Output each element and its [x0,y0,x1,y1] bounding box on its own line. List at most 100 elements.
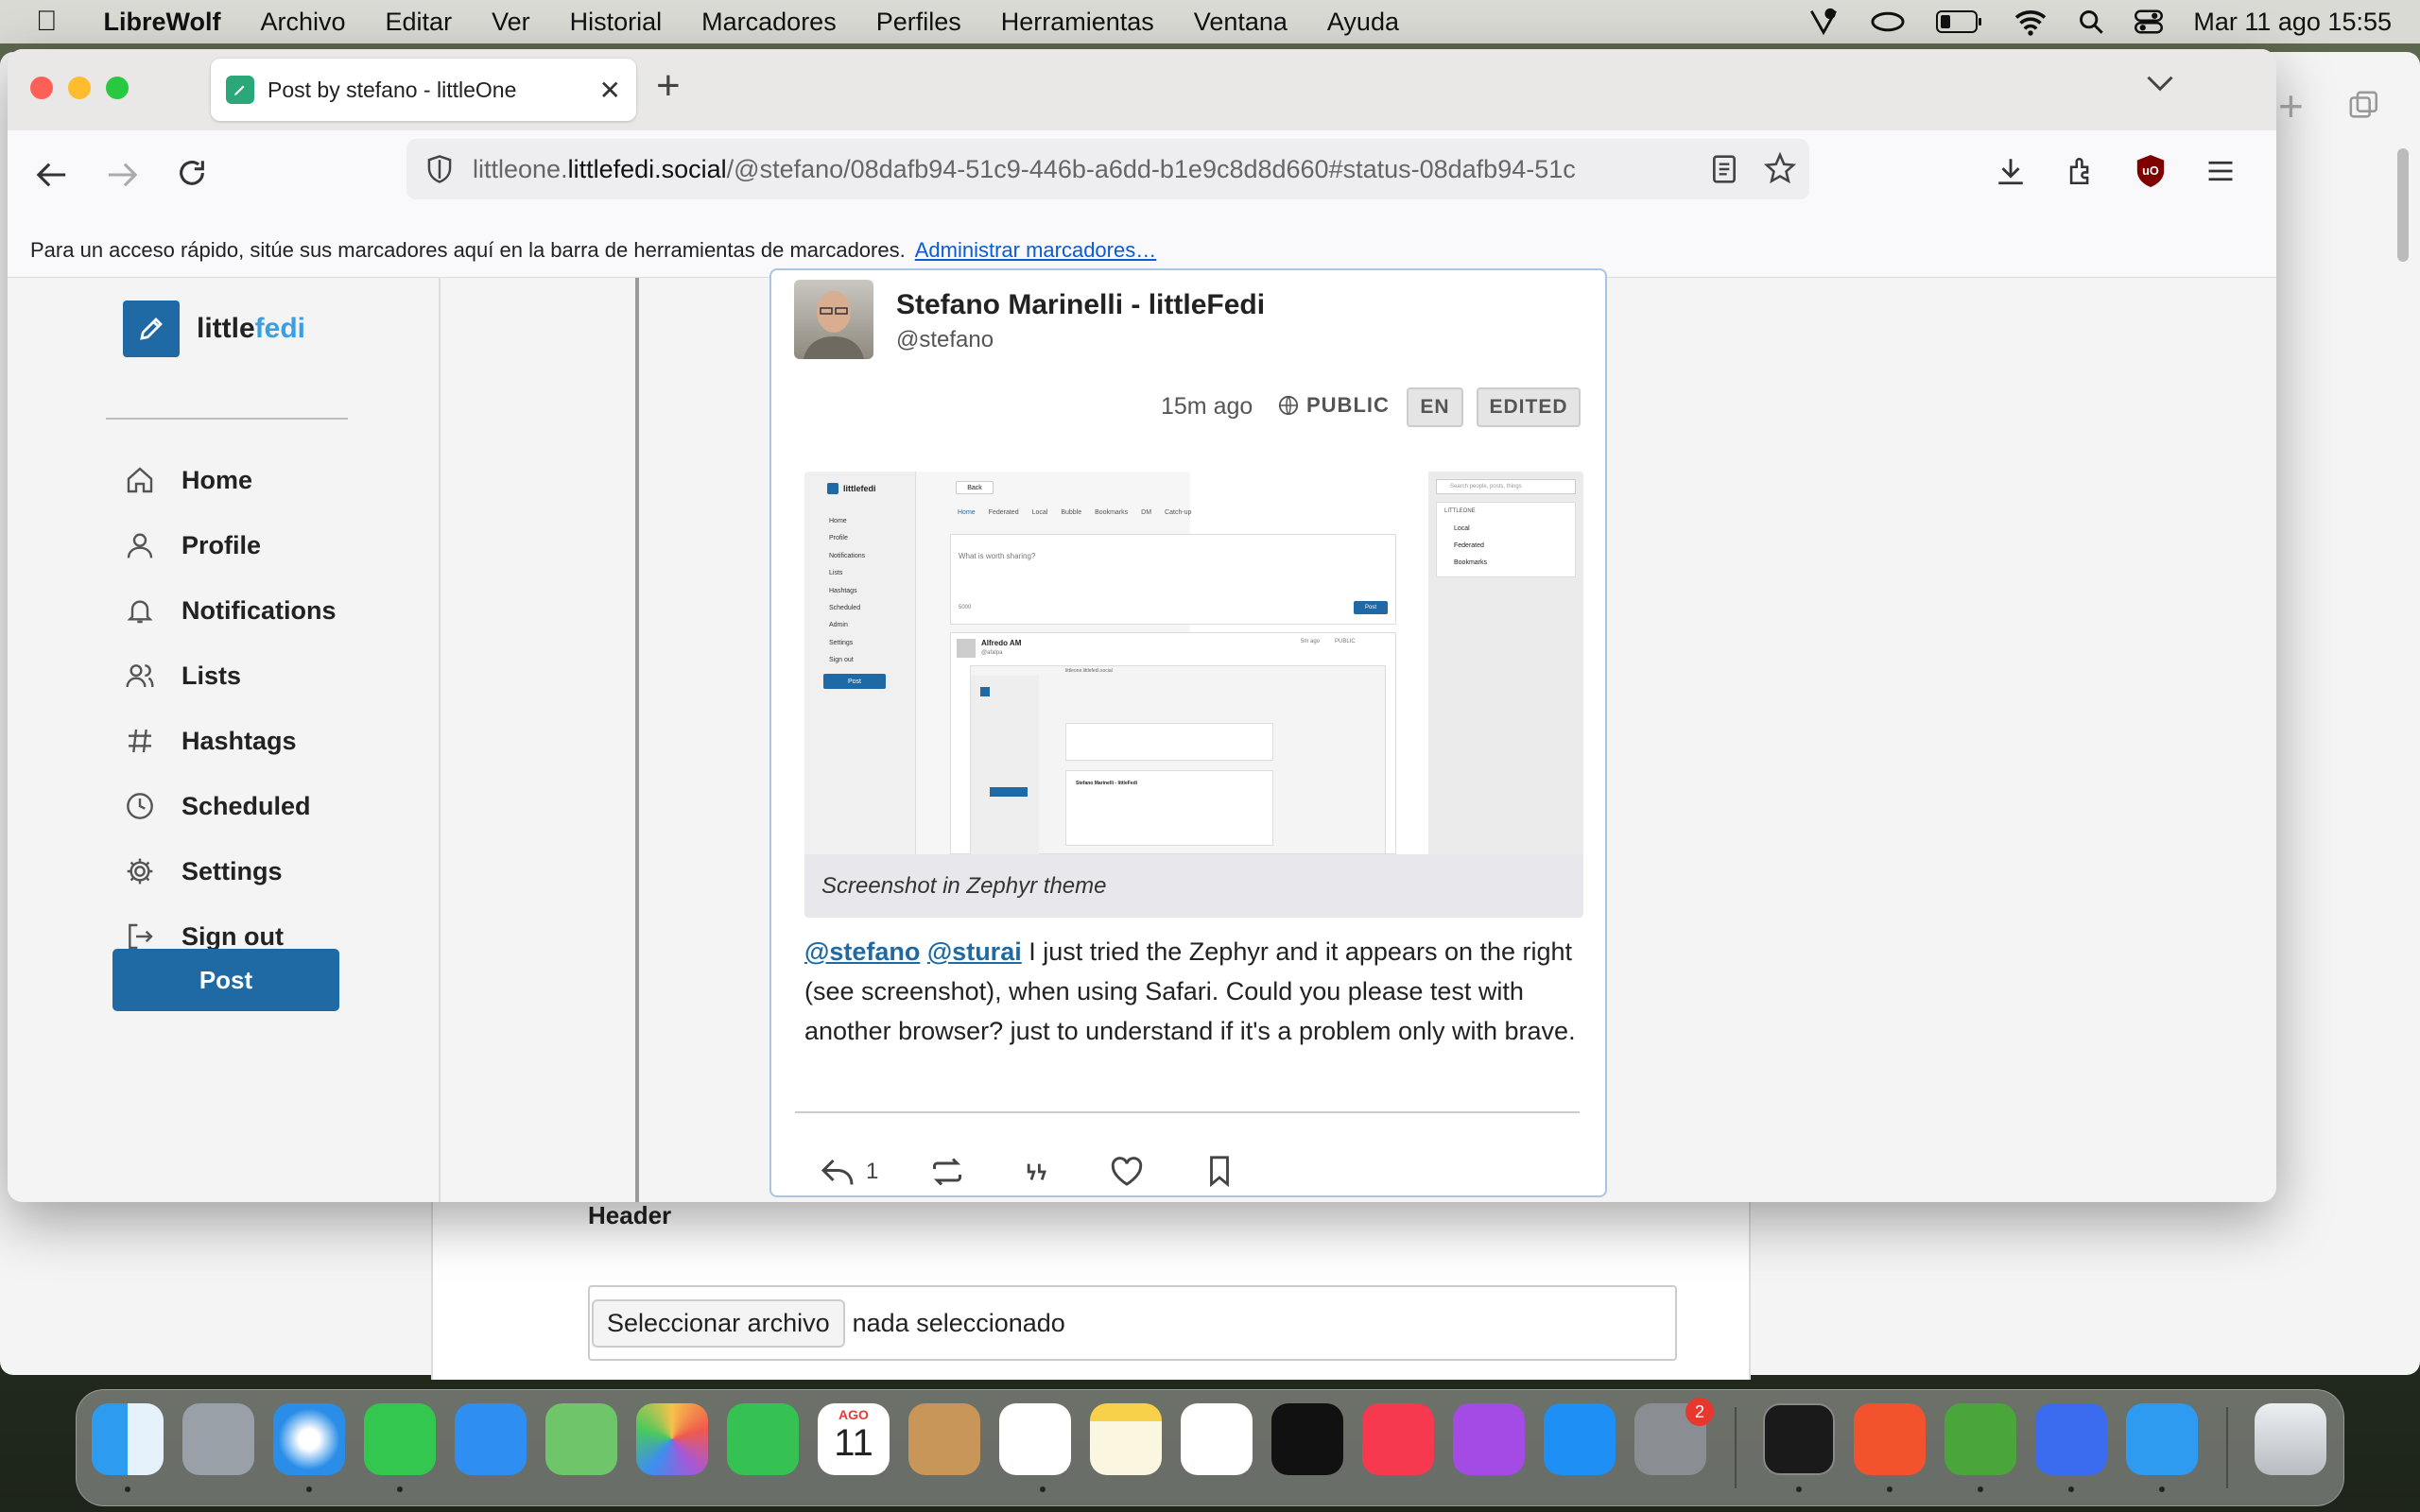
avatar[interactable] [794,280,873,359]
brave-icon[interactable] [1854,1403,1926,1475]
facetime-icon[interactable] [727,1403,799,1475]
music-icon[interactable] [1362,1403,1434,1475]
edited-badge[interactable]: EDITED [1477,387,1581,427]
sidebar-item-lists[interactable]: Lists [125,655,241,696]
wifi-icon[interactable] [2014,8,2048,36]
extensions-icon[interactable] [2065,155,2097,187]
close-tab-icon[interactable]: ✕ [599,75,621,106]
sidebar-item-profile[interactable]: Profile [125,524,261,566]
gear-icon [125,856,163,886]
post-media[interactable]: littlefedi Home Profile Notifications Li… [804,472,1583,918]
quote-icon[interactable] [1025,1159,1051,1185]
app-store-icon[interactable] [1544,1403,1616,1475]
running-indicator [2159,1486,2165,1492]
file-input[interactable]: Seleccionar archivo nada seleccionado [588,1285,1677,1361]
sidebar-item-scheduled[interactable]: Scheduled [125,785,311,827]
calendar-icon[interactable]: AGO 11 [818,1403,890,1475]
menu-herramientas[interactable]: Herramientas [981,8,1174,37]
menu-app-name[interactable]: LibreWolf [84,8,241,37]
url-bar[interactable]: littleone. littlefedi.social/@stefano/08d… [406,139,1809,199]
shot-nav-item: Notifications [829,552,866,559]
coffee-icon[interactable] [1870,8,1906,36]
background-scrollbar[interactable] [2397,148,2409,262]
media-screenshot[interactable]: littlefedi Home Profile Notifications Li… [804,472,1583,855]
mention-link[interactable]: @sturai [927,937,1022,966]
forward-arrow-icon[interactable] [106,161,138,189]
site-logo[interactable]: little fedi [123,301,305,357]
menu-archivo[interactable]: Archivo [241,8,366,37]
shot-sidebar: littlefedi Home Profile Notifications Li… [804,472,916,854]
battery-icon[interactable] [1936,9,1983,34]
menu-historial[interactable]: Historial [550,8,683,37]
sidebar-item-settings[interactable]: Settings [125,850,283,892]
reload-icon[interactable] [176,157,208,189]
menu-ventana[interactable]: Ventana [1174,8,1307,37]
menu-perfiles[interactable]: Perfiles [856,8,981,37]
notes-icon[interactable] [1090,1403,1162,1475]
background-window-controls: + [2269,80,2420,137]
hamburger-menu-icon[interactable] [2206,159,2235,183]
heart-icon[interactable] [1110,1157,1144,1187]
launchpad-icon[interactable] [182,1403,254,1475]
podcasts-icon[interactable] [1453,1403,1525,1475]
post-card: Stefano Marinelli - littleFedi @stefano … [769,268,1607,1197]
zoom-window-button[interactable] [106,77,129,99]
post-button[interactable]: Post [112,949,339,1011]
pencil-icon [123,301,180,357]
contacts-icon[interactable] [908,1403,980,1475]
finder-icon[interactable] [92,1403,164,1475]
messages-icon[interactable] [364,1403,436,1475]
sidebar-item-home[interactable]: Home [125,459,252,501]
back-arrow-icon[interactable] [36,161,68,189]
system-settings-icon[interactable]: 2 [1634,1398,1714,1475]
bookmark-icon[interactable] [1206,1155,1233,1187]
signal-icon[interactable] [2035,1403,2107,1475]
running-indicator [306,1486,312,1492]
download-icon[interactable] [1995,155,2027,187]
reply-count: 1 [866,1159,879,1184]
control-center-icon[interactable] [2135,9,2164,35]
mail-icon[interactable] [455,1403,527,1475]
boost-icon[interactable] [930,1157,964,1187]
post-author-handle[interactable]: @stefano [896,327,994,353]
post-author-name[interactable]: Stefano Marinelli - littleFedi [896,289,1265,321]
freeform-icon[interactable] [1181,1403,1253,1475]
safari-icon[interactable] [273,1403,345,1475]
vpn-icon[interactable] [1807,6,1840,38]
spotlight-icon[interactable] [2078,9,2104,35]
terminal-icon[interactable] [1763,1403,1835,1475]
maps-icon[interactable] [545,1403,617,1475]
sidebar-item-hashtags[interactable]: Hashtags [125,720,297,762]
keepassxc-icon[interactable] [1945,1403,2016,1475]
new-tab-icon[interactable]: + [656,62,681,110]
ublock-origin-icon[interactable]: uO [2135,153,2167,189]
reminders-icon[interactable] [999,1403,1071,1475]
bookmark-star-icon[interactable] [1764,152,1796,184]
plus-icon[interactable]: + [2278,80,2304,131]
trash-icon[interactable] [2255,1403,2326,1475]
menu-ayuda[interactable]: Ayuda [1307,8,1419,37]
post-time[interactable]: 15m ago [1161,393,1253,421]
choose-file-button[interactable]: Seleccionar archivo [592,1298,845,1348]
hash-icon [125,726,163,756]
menu-editar[interactable]: Editar [366,8,473,37]
sidebar-item-notifications[interactable]: Notifications [125,590,337,631]
reader-view-icon[interactable] [1707,154,1741,184]
photos-icon[interactable] [636,1403,708,1475]
apple-tv-icon[interactable] [1271,1403,1343,1475]
apple-icon[interactable]:  [0,6,84,38]
shot-compose-post: Post [1354,601,1388,614]
manage-bookmarks-link[interactable]: Administrar marcadores… [915,238,1157,263]
librewolf-icon[interactable] [2126,1403,2198,1475]
close-window-button[interactable] [30,77,53,99]
reply-button[interactable]: 1 [821,1157,878,1187]
minimize-window-button[interactable] [68,77,91,99]
menu-ver[interactable]: Ver [472,8,550,37]
tab-overview-icon[interactable] [2348,90,2380,122]
shield-icon[interactable] [425,154,454,184]
list-all-tabs-icon[interactable] [2146,74,2174,93]
mention-link[interactable]: @stefano [804,937,920,966]
tab-active[interactable]: Post by stefano - littleOne ✕ [211,59,636,121]
menu-marcadores[interactable]: Marcadores [682,8,856,37]
menu-clock[interactable]: Mar 11 ago 15:55 [2193,8,2392,37]
